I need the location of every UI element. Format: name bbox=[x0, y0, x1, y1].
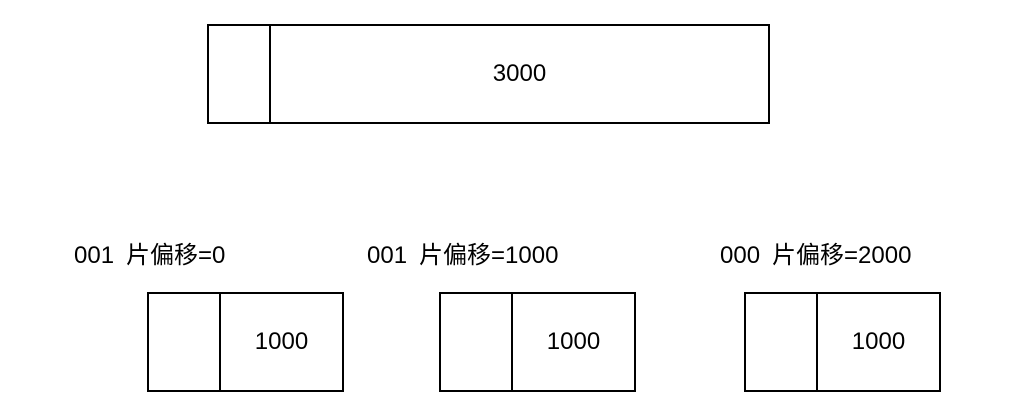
fragment-2: 1000 bbox=[439, 292, 636, 392]
fragment-3-caption: 000 片偏移=2000 bbox=[720, 241, 911, 271]
fragment-2-caption: 001 片偏移=1000 bbox=[367, 241, 558, 271]
fragment-3-header bbox=[746, 294, 818, 390]
original-packet-header bbox=[209, 26, 271, 122]
fragment-1-caption: 001 片偏移=0 bbox=[74, 241, 225, 271]
fragment-3-flags: 000 bbox=[720, 242, 761, 269]
fragment-1: 1000 bbox=[147, 292, 344, 392]
fragment-1-data-length: 1000 bbox=[254, 328, 309, 355]
fragment-1-header bbox=[149, 294, 221, 390]
fragment-1-flags: 001 bbox=[74, 242, 115, 269]
fragment-2-data-length: 1000 bbox=[546, 328, 601, 355]
fragment-2-offset: 片偏移=1000 bbox=[419, 242, 559, 269]
fragment-3: 1000 bbox=[744, 292, 941, 392]
fragment-3-offset: 片偏移=2000 bbox=[772, 242, 912, 269]
fragment-2-header bbox=[441, 294, 513, 390]
fragment-2-flags: 001 bbox=[367, 242, 408, 269]
fragment-1-offset: 片偏移=0 bbox=[126, 242, 226, 269]
fragment-3-data-length: 1000 bbox=[851, 328, 906, 355]
original-packet: 3000 bbox=[207, 24, 770, 124]
original-packet-data-length: 3000 bbox=[492, 60, 547, 87]
